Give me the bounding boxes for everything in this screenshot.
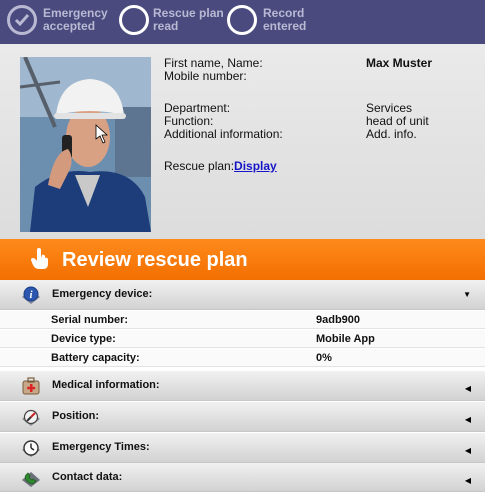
additional-info-label: Additional information:: [164, 127, 283, 141]
row-value: 0%: [316, 352, 332, 364]
table-row: Device type: Mobile App: [0, 330, 485, 348]
section-title: Emergency device:: [52, 288, 153, 300]
hand-pointer-icon: [30, 248, 50, 275]
banner-title: Review rescue plan: [62, 249, 248, 271]
row-label: Device type:: [51, 333, 116, 345]
function-label: Function:: [164, 114, 214, 128]
additional-info-value: Add. info.: [366, 127, 417, 141]
section-position[interactable]: Position: ◀: [0, 402, 485, 432]
section-title: Position:: [52, 410, 100, 422]
section-emergency-device[interactable]: i Emergency device: ▼: [0, 280, 485, 310]
compass-icon: [20, 407, 42, 427]
name-value: Max Muster: [366, 56, 433, 70]
section-title: Medical information:: [52, 379, 160, 391]
department-label: Department:: [164, 101, 231, 115]
section-contact-data[interactable]: Contact data: ◀: [0, 463, 485, 492]
mobile-label: Mobile number:: [164, 69, 247, 83]
step-record-entered: Record entered: [227, 5, 306, 35]
step-label-line2: accepted: [43, 19, 96, 33]
open-circle-icon: [119, 5, 149, 35]
clock-icon: [20, 438, 42, 458]
triangle-left-icon: ◀: [464, 415, 471, 424]
person-card: First name, Name: Max Muster Mobile numb…: [0, 44, 485, 239]
progress-steps-bar: Emergency accepted Rescue plan read Reco…: [0, 0, 485, 44]
section-title: Contact data:: [52, 471, 123, 483]
row-label: Serial number:: [51, 314, 129, 326]
department-value: Services: [366, 101, 413, 115]
triangle-left-icon: ◀: [464, 476, 471, 485]
triangle-down-icon: ▼: [463, 290, 471, 299]
table-row: Serial number: 9adb900: [0, 311, 485, 329]
rescue-plan-row: Rescue plan:Display: [164, 160, 277, 172]
triangle-left-icon: ◀: [464, 384, 471, 393]
medical-kit-icon: [20, 376, 42, 396]
function-value: head of unit: [366, 114, 429, 128]
phone-icon: [20, 468, 42, 488]
triangle-left-icon: ◀: [464, 446, 471, 455]
step-label-line2: entered: [263, 19, 307, 33]
info-icon: i: [20, 285, 42, 305]
review-rescue-plan-banner[interactable]: Review rescue plan: [0, 239, 485, 280]
rescue-plan-label: Rescue plan:: [164, 159, 235, 173]
rescue-plan-display-link[interactable]: Display: [234, 159, 277, 173]
row-value: Mobile App: [316, 333, 375, 345]
check-circle-icon: [7, 5, 37, 35]
section-medical-information[interactable]: Medical information: ◀: [0, 371, 485, 401]
table-row: Battery capacity: 0%: [0, 349, 485, 367]
section-title: Emergency Times:: [52, 441, 150, 453]
step-emergency-accepted: Emergency accepted: [7, 5, 108, 35]
row-value: 9adb900: [316, 314, 361, 326]
step-label-line2: read: [153, 19, 179, 33]
open-circle-icon: [227, 5, 257, 35]
section-emergency-times[interactable]: Emergency Times: ◀: [0, 433, 485, 463]
step-rescue-plan-read: Rescue plan read: [119, 5, 224, 35]
row-label: Battery capacity:: [51, 352, 140, 364]
name-label: First name, Name:: [164, 56, 263, 70]
person-photo: [20, 57, 151, 232]
